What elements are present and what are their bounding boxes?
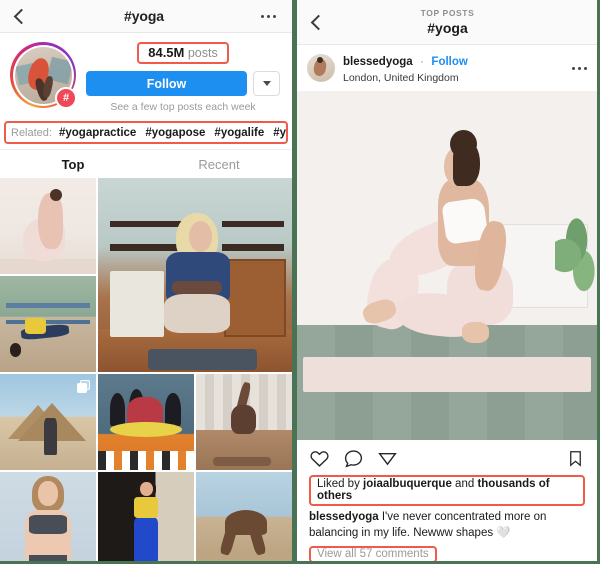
comment-icon[interactable] <box>343 448 364 469</box>
chevron-down-icon <box>262 81 271 86</box>
left-header: #yoga <box>0 0 292 33</box>
grid-item-selected[interactable] <box>0 178 96 274</box>
related-tags-section: Related: #yogapractice #yogapose #yogali… <box>0 119 292 149</box>
grid-item-large[interactable] <box>98 178 292 372</box>
follow-row: Follow <box>84 71 282 96</box>
related-tag[interactable]: #yogalife <box>214 127 264 139</box>
grid-item[interactable] <box>98 374 194 470</box>
avatar[interactable]: # <box>10 42 77 109</box>
top-posts-note: See a few top posts each week <box>110 101 256 113</box>
posts-count-highlight: 84.5M posts <box>137 42 229 64</box>
tab-recent[interactable]: Recent <box>146 150 292 178</box>
post-detail-panel: TOP POSTS #yoga blessedyoga · Follow Lon… <box>297 0 597 564</box>
page-title: #yoga <box>124 8 164 24</box>
grid-item[interactable] <box>0 276 96 372</box>
related-tag[interactable]: #yogapractice <box>59 127 136 139</box>
post-photo[interactable] <box>297 91 597 441</box>
caption-area: Liked by joiaalbuquerque and thousands o… <box>297 473 597 564</box>
separator: · <box>420 56 424 68</box>
tab-top[interactable]: Top <box>0 150 146 178</box>
post-filter-tabs: Top Recent <box>0 149 292 178</box>
follow-dropdown-button[interactable] <box>253 71 280 96</box>
grid-item[interactable] <box>0 472 96 564</box>
caption-emoji: 🤍 <box>496 526 511 539</box>
bookmark-icon[interactable] <box>566 449 585 468</box>
heart-icon[interactable] <box>309 448 330 469</box>
posts-count: 84.5M <box>148 45 185 60</box>
more-options-icon[interactable] <box>572 66 587 70</box>
follow-button[interactable]: Follow <box>86 71 247 96</box>
related-tag[interactable]: #yogains <box>273 127 286 139</box>
header-kicker: TOP POSTS <box>420 8 475 18</box>
hashtag-profile-block: # 84.5M posts Follow See a few top posts… <box>0 33 292 119</box>
share-paper-plane-icon[interactable] <box>377 448 398 469</box>
grid-item[interactable] <box>196 374 292 470</box>
hashtag-badge-icon: # <box>55 87 77 109</box>
author-username[interactable]: blessedyoga <box>343 56 413 68</box>
header-title: #yoga <box>427 20 468 36</box>
post-caption: blessedyoga I've never concentrated more… <box>309 510 585 540</box>
author-avatar[interactable] <box>307 54 335 83</box>
liked-middle: and <box>451 478 478 491</box>
grid-item[interactable] <box>98 472 194 564</box>
hashtag-page-panel: #yoga # 84.5M posts Follow See a few top… <box>0 0 292 564</box>
grid-item[interactable] <box>0 374 96 470</box>
liked-prefix: Liked by <box>317 478 364 491</box>
post-location[interactable]: London, United Kingdom <box>343 72 564 86</box>
post-author-header: blessedyoga · Follow London, United King… <box>297 45 597 91</box>
related-tags-highlight: Related: #yogapractice #yogapose #yogali… <box>4 121 288 144</box>
back-icon[interactable] <box>13 8 30 24</box>
posts-label: posts <box>187 46 218 60</box>
caption-author[interactable]: blessedyoga <box>309 511 379 523</box>
liked-by-highlight: Liked by joiaalbuquerque and thousands o… <box>309 475 585 507</box>
related-label: Related: <box>11 126 52 139</box>
more-options-icon[interactable] <box>261 14 276 18</box>
dual-panel-screenshot: #yoga # 84.5M posts Follow See a few top… <box>0 0 600 564</box>
multi-photo-icon <box>77 380 90 393</box>
liked-username[interactable]: joiaalbuquerque <box>363 478 452 490</box>
related-tag[interactable]: #yogapose <box>145 127 205 139</box>
post-grid <box>0 178 292 564</box>
follow-link[interactable]: Follow <box>431 56 467 68</box>
grid-item[interactable] <box>196 472 292 564</box>
right-header: TOP POSTS #yoga <box>297 0 597 45</box>
post-actions <box>297 440 597 473</box>
